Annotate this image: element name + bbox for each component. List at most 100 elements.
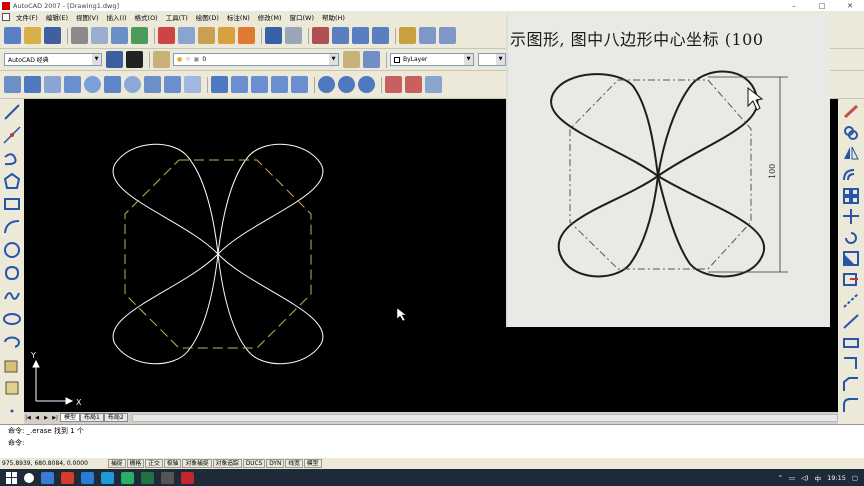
loft-icon[interactable] [291, 76, 308, 93]
helix-icon[interactable] [164, 76, 181, 93]
dyn-toggle[interactable]: DYN [266, 459, 285, 468]
line-icon[interactable] [3, 103, 21, 121]
sweep-icon[interactable] [251, 76, 268, 93]
make-current-layer-icon[interactable] [343, 51, 360, 68]
array-icon[interactable] [842, 187, 860, 204]
ellipse-arc-icon[interactable] [3, 333, 21, 351]
grid-toggle[interactable]: 栅格 [126, 459, 145, 468]
3d-rotate-icon[interactable] [405, 76, 422, 93]
coordinate-display[interactable]: 975.8939, 680.8084, 0.0000 [2, 460, 108, 467]
open-icon[interactable] [24, 27, 41, 44]
insert-block-icon[interactable] [3, 356, 21, 374]
workspace-save-icon[interactable] [126, 51, 143, 68]
fillet-icon[interactable] [842, 397, 860, 414]
arc-icon[interactable] [3, 218, 21, 236]
polyline-icon[interactable] [3, 149, 21, 167]
menu-modify[interactable]: 修改(M) [254, 12, 286, 22]
edge-icon[interactable] [101, 471, 114, 484]
notification-icon[interactable]: ▢ [852, 474, 858, 482]
construction-line-icon[interactable] [3, 126, 21, 144]
minimize-button[interactable]: – [780, 2, 808, 10]
erase-icon[interactable] [842, 103, 860, 120]
menu-file[interactable]: 文件(F) [12, 12, 42, 22]
publish-web-icon[interactable] [131, 27, 148, 44]
menu-help[interactable]: 帮助(H) [318, 12, 349, 22]
rectangle-icon[interactable] [3, 195, 21, 213]
print-icon[interactable] [71, 27, 88, 44]
plot-preview-icon[interactable] [91, 27, 108, 44]
lineweight-toggle[interactable]: 线宽 [285, 459, 303, 468]
layer-manager-icon[interactable] [153, 51, 170, 68]
tab-layout2[interactable]: 布局2 [103, 413, 128, 422]
snap-toggle[interactable]: 捕捉 [108, 459, 126, 468]
wechat-icon[interactable] [121, 471, 134, 484]
menu-format[interactable]: 格式(O) [131, 12, 162, 22]
stretch-icon[interactable] [842, 271, 860, 288]
last-tab-button[interactable]: ▶| [51, 414, 59, 422]
tab-layout1[interactable]: 布局1 [80, 413, 104, 422]
prev-tab-button[interactable]: ◀ [33, 414, 41, 422]
word-icon[interactable] [81, 471, 94, 484]
mirror-icon[interactable] [842, 145, 860, 162]
menu-draw[interactable]: 绘图(D) [192, 12, 223, 22]
menu-edit[interactable]: 编辑(E) [42, 12, 72, 22]
excel-icon[interactable] [141, 471, 154, 484]
tray-chevron-icon[interactable]: ⌃ [777, 474, 782, 482]
trim-icon[interactable] [842, 292, 860, 309]
cylinder-icon[interactable] [104, 76, 121, 93]
design-center-icon[interactable] [419, 27, 436, 44]
ellipse-icon[interactable] [3, 310, 21, 328]
polar-toggle[interactable]: 极轴 [163, 459, 182, 468]
otrack-toggle[interactable]: 对象追踪 [212, 459, 242, 468]
layer-select[interactable]: ● ☼ ▣ 0 ▼ [173, 53, 339, 66]
menu-window[interactable]: 窗口(W) [285, 12, 318, 22]
make-block-icon[interactable] [3, 379, 21, 397]
point-icon[interactable] [3, 402, 21, 420]
sphere-icon[interactable] [84, 76, 101, 93]
ducs-toggle[interactable]: DUCS [242, 459, 266, 468]
search-icon[interactable] [24, 472, 34, 483]
menu-insert[interactable]: 插入(I) [103, 12, 131, 22]
autocad-taskbar-icon[interactable] [181, 471, 194, 484]
workspace-settings-icon[interactable] [106, 51, 123, 68]
torus-icon[interactable] [124, 76, 141, 93]
copy-icon[interactable] [178, 27, 195, 44]
menu-dimension[interactable]: 标注(N) [223, 12, 254, 22]
extend-icon[interactable] [842, 313, 860, 330]
command-window[interactable]: 命令: _.erase 找到 1 个 命令: [0, 424, 864, 458]
tab-model[interactable]: 模型 [60, 413, 81, 422]
maximize-button[interactable]: □ [808, 2, 836, 10]
pan-icon[interactable] [312, 27, 329, 44]
publish-icon[interactable] [111, 27, 128, 44]
move-icon[interactable] [842, 208, 860, 225]
close-button[interactable]: ✕ [836, 2, 864, 10]
save-icon[interactable] [44, 27, 61, 44]
ime-indicator[interactable]: 中 [815, 473, 822, 483]
linetype-select[interactable]: ▼ [478, 53, 506, 66]
model-toggle[interactable]: 模型 [303, 459, 322, 468]
menu-tools[interactable]: 工具(T) [162, 12, 192, 22]
layer-previous-icon[interactable] [363, 51, 380, 68]
pyramid-icon[interactable] [144, 76, 161, 93]
windows-start-icon[interactable] [6, 471, 18, 484]
wps-icon[interactable] [61, 471, 74, 484]
tool-palettes-icon[interactable] [439, 27, 456, 44]
presspull-icon[interactable] [231, 76, 248, 93]
join-icon[interactable] [842, 355, 860, 372]
offset-icon[interactable] [842, 166, 860, 183]
union-icon[interactable] [318, 76, 335, 93]
zoom-window-icon[interactable] [352, 27, 369, 44]
3d-align-icon[interactable] [425, 76, 442, 93]
explorer-icon[interactable] [161, 471, 174, 484]
chamfer-icon[interactable] [842, 376, 860, 393]
document-icon[interactable] [2, 13, 10, 21]
zoom-realtime-icon[interactable] [332, 27, 349, 44]
osnap-toggle[interactable]: 对象捕捉 [182, 459, 212, 468]
cut-icon[interactable] [158, 27, 175, 44]
next-tab-button[interactable]: ▶ [42, 414, 50, 422]
menu-view[interactable]: 视图(V) [72, 12, 103, 22]
new-icon[interactable] [4, 27, 21, 44]
spline-icon[interactable] [3, 287, 21, 305]
zoom-previous-icon[interactable] [372, 27, 389, 44]
3d-move-icon[interactable] [385, 76, 402, 93]
